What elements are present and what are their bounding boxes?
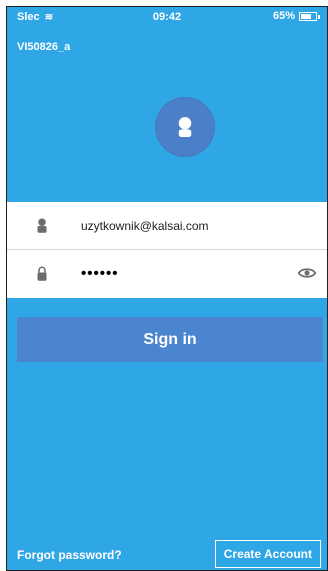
battery-icon xyxy=(299,11,320,21)
user-icon xyxy=(31,215,53,237)
device-name: VI50826_a xyxy=(17,41,71,53)
username-field[interactable]: uzytkownik@kalsai.com xyxy=(81,219,209,233)
battery-percent: 65% xyxy=(272,10,295,22)
create-account-button[interactable]: Create Account xyxy=(214,540,321,568)
status-right: 65% xyxy=(272,10,320,22)
lock-icon xyxy=(31,263,53,285)
username-row[interactable]: uzytkownik@kalsai.com xyxy=(7,202,327,250)
user-avatar-icon xyxy=(155,97,215,157)
sign-in-button[interactable]: Sign in xyxy=(17,317,323,362)
password-field[interactable]: •••••• xyxy=(81,265,119,282)
login-form: uzytkownik@kalsai.com •••••• xyxy=(7,202,327,298)
status-bar: Slec ≋ 09:42 65% xyxy=(7,7,327,27)
forgot-password-link[interactable]: Forgot password? xyxy=(17,548,122,562)
password-row[interactable]: •••••• xyxy=(7,250,327,297)
login-screen: Slec ≋ 09:42 65% VI50826_a uzytkownik@ka… xyxy=(6,6,328,571)
eye-icon[interactable] xyxy=(297,265,317,281)
